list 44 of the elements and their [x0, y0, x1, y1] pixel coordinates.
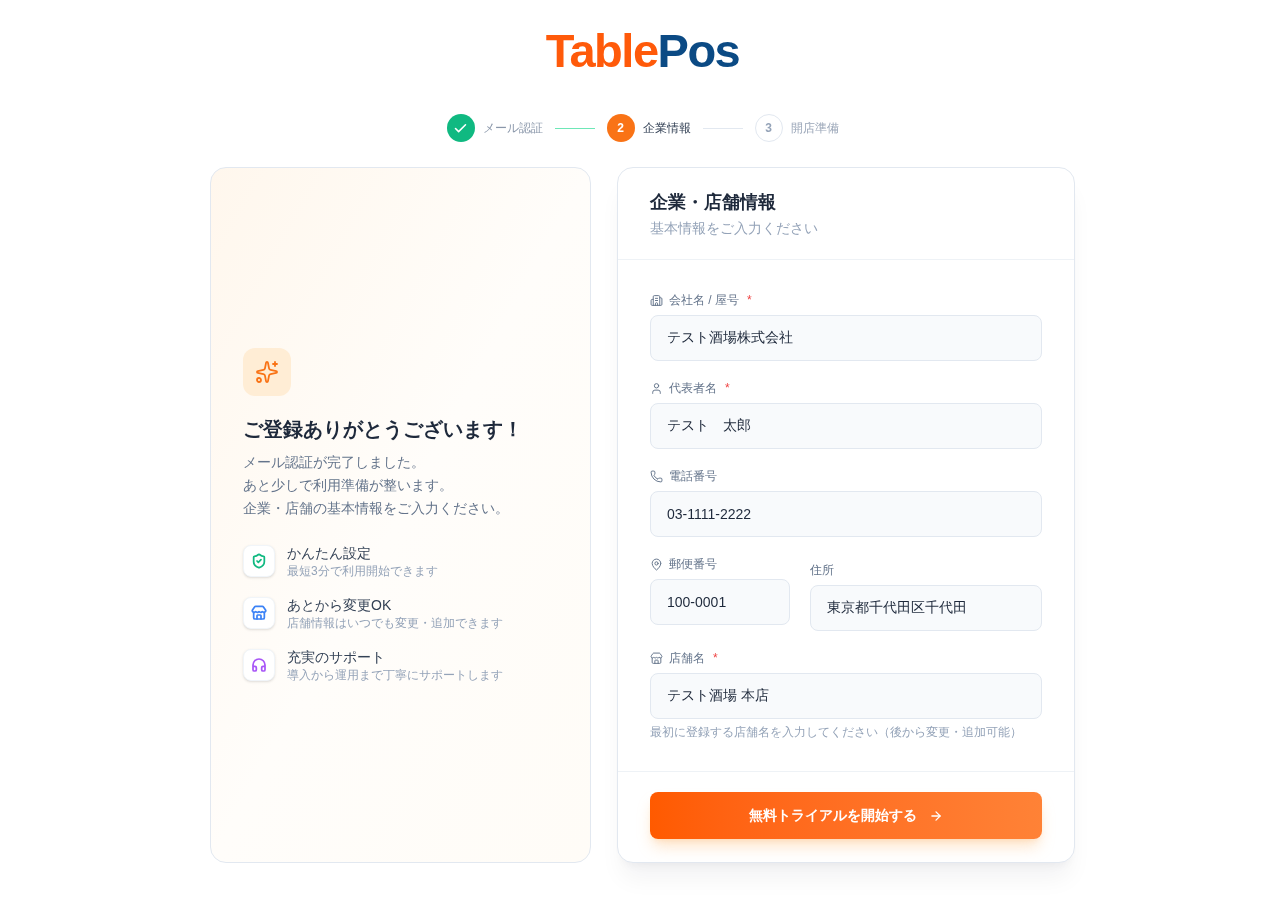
welcome-title: ご登録ありがとうございます！ — [243, 416, 524, 442]
field-label: 代表者名 — [669, 380, 717, 396]
step-label: 開店準備 — [790, 120, 839, 136]
field-label: 住所 — [810, 562, 834, 578]
field-label: 店舗名 — [669, 650, 705, 666]
feature-title: 充実のサポート — [287, 647, 386, 667]
required-mark: * — [747, 292, 752, 308]
field-hint: 最初に登録する店舗名を入力してください（後から変更・追加可能） — [650, 724, 1023, 740]
arrow-right-icon — [929, 808, 943, 823]
feature-description: 店舗情報はいつでも変更・追加できます — [287, 614, 503, 631]
input-field[interactable]: 100-0001 — [650, 579, 790, 625]
field-label: 郵便番号 — [669, 556, 717, 572]
sparkles-icon — [243, 347, 291, 396]
feature-title: あとから変更OK — [287, 595, 393, 615]
field-label: 会社名 / 屋号 — [669, 292, 739, 308]
headphones-icon — [243, 648, 275, 681]
required-mark: * — [725, 380, 730, 396]
input-field[interactable]: テスト酒場 本店 — [650, 673, 1042, 719]
feature-description: 導入から運用まで丁寧にサポートします — [287, 666, 503, 683]
input-field[interactable]: 東京都千代田区千代田 — [810, 585, 1042, 631]
form-subtitle: 基本情報をご入力ください — [650, 219, 819, 238]
feature-description: 最短3分で利用開始できます — [287, 562, 438, 579]
logo-text: TablePos — [545, 26, 740, 76]
building-icon — [650, 293, 663, 307]
welcome-message: あと少しで利用準備が整います。 — [243, 475, 454, 495]
user-icon — [650, 381, 663, 395]
step-number: 2 — [606, 114, 635, 142]
step-label: 企業情報 — [642, 120, 691, 136]
store-icon — [243, 596, 275, 629]
form-title: 企業・店舗情報 — [650, 191, 777, 214]
step-label: メール認証 — [482, 120, 543, 136]
step-number: 3 — [754, 114, 783, 142]
input-field[interactable]: テスト酒場株式会社 — [650, 315, 1042, 361]
map-pin-icon — [650, 557, 663, 571]
input-field[interactable]: 03-1111-2222 — [650, 491, 1042, 537]
input-field[interactable]: テスト 太郎 — [650, 403, 1042, 449]
welcome-message: 企業・店舗の基本情報をご入力ください。 — [243, 498, 510, 518]
welcome-message: メール認証が完了しました。 — [243, 452, 426, 472]
feature-title: かんたん設定 — [287, 543, 372, 563]
shield-check-icon — [243, 544, 275, 577]
required-mark: * — [713, 650, 718, 666]
field-label: 電話番号 — [669, 468, 717, 484]
phone-icon — [650, 469, 663, 483]
store-icon — [650, 651, 663, 665]
